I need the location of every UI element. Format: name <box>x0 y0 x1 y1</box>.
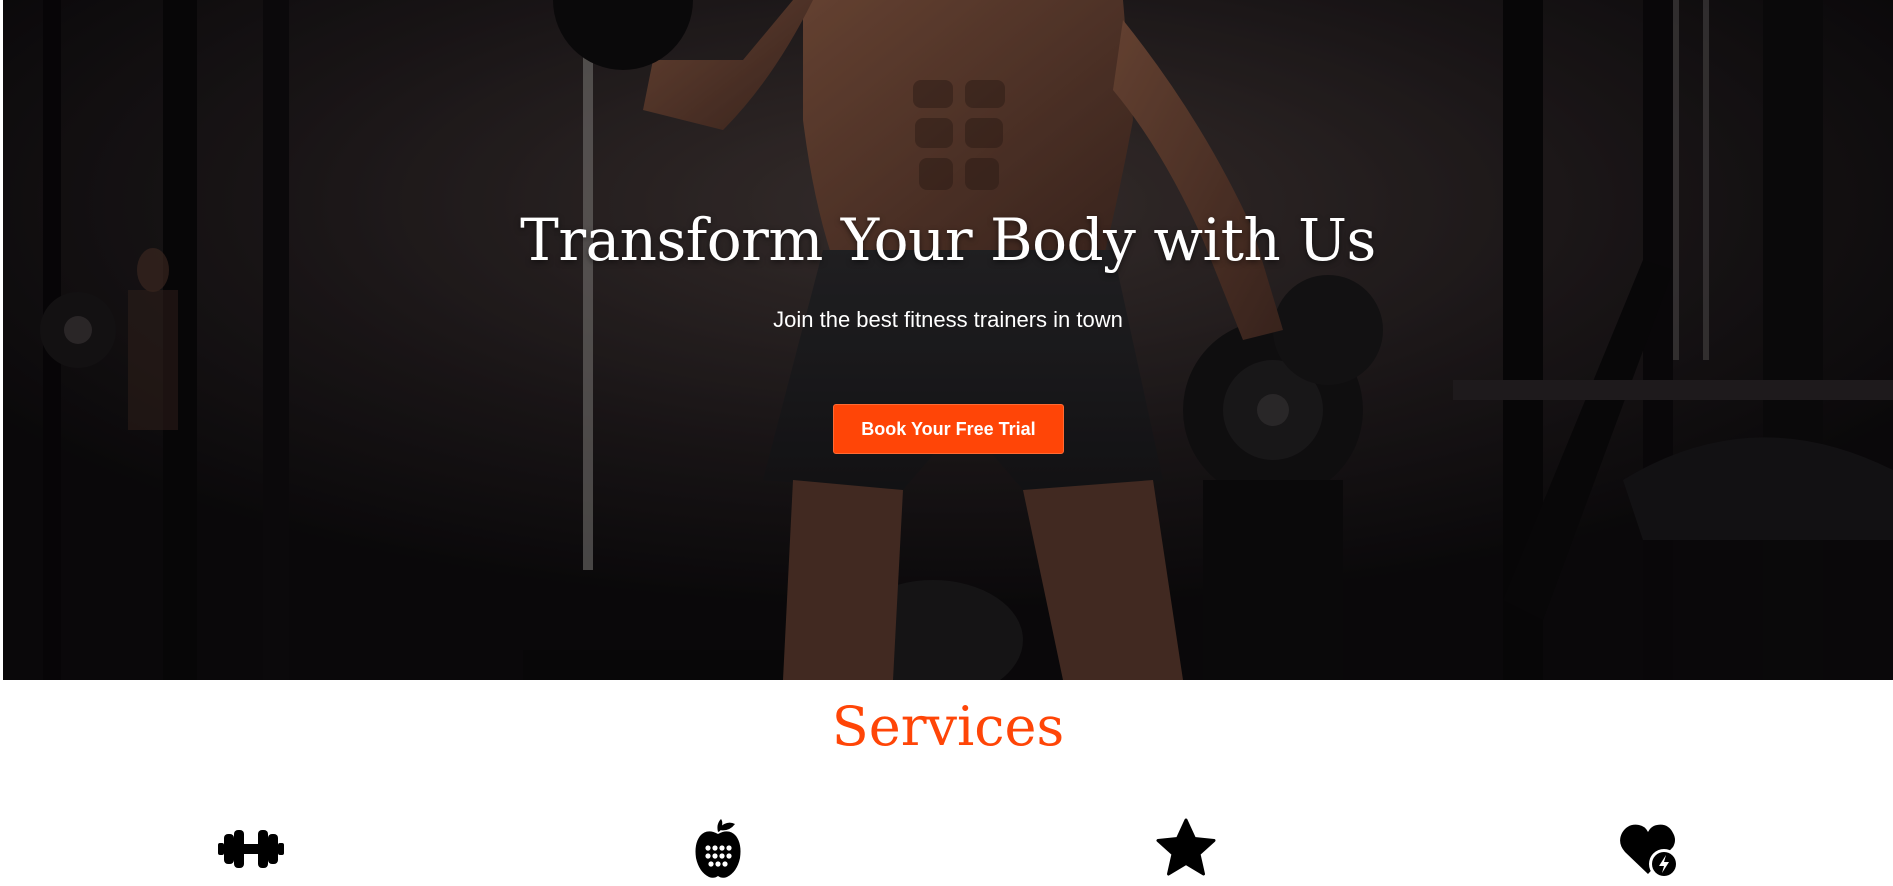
star-icon <box>1151 814 1221 884</box>
book-free-trial-button[interactable]: Book Your Free Trial <box>833 404 1064 454</box>
hero-overlay <box>3 0 1893 680</box>
hero-title: Transform Your Body with Us <box>520 206 1376 274</box>
hero-section: Transform Your Body with Us Join the bes… <box>3 0 1893 680</box>
heart-bolt-icon <box>1615 814 1685 884</box>
services-section: Services <box>3 680 1893 886</box>
services-title: Services <box>831 695 1065 758</box>
hero-subtitle: Join the best fitness trainers in town <box>773 307 1123 332</box>
page: Transform Your Body with Us Join the bes… <box>0 0 1893 886</box>
dumbbell-icon <box>216 814 286 884</box>
nutrition-apple-icon <box>683 814 753 884</box>
page-left-edge <box>0 0 3 886</box>
